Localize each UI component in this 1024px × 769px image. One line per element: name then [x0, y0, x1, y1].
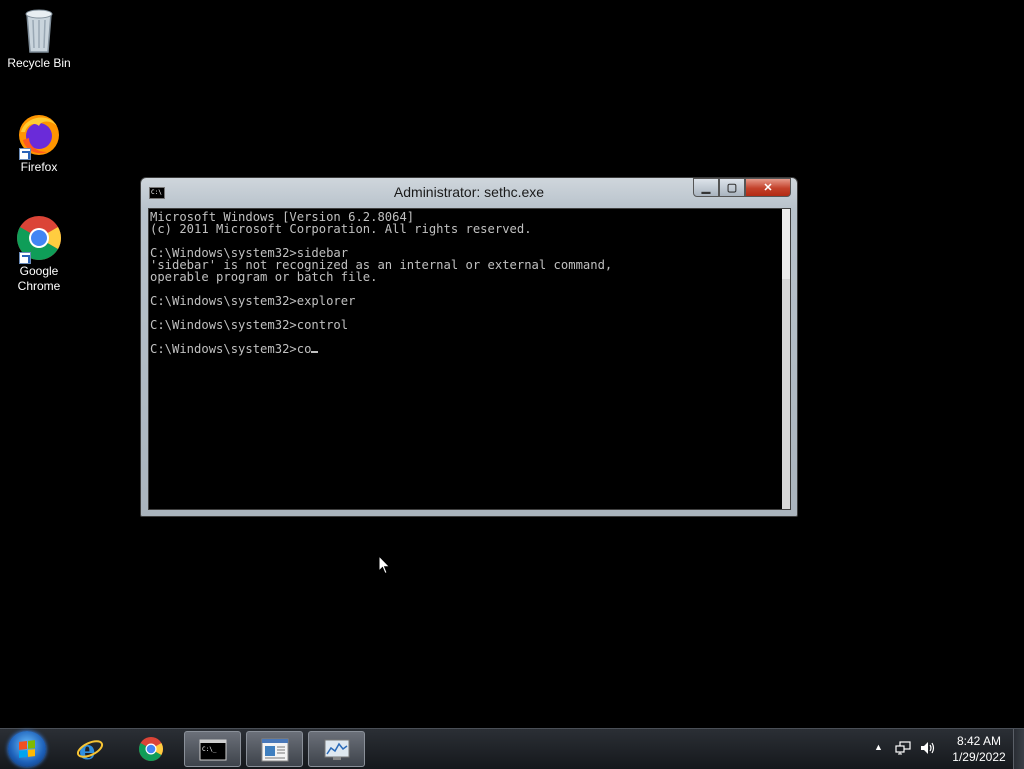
start-button[interactable]	[8, 731, 46, 767]
taskbar-button-chrome[interactable]	[123, 731, 180, 767]
scrollbar-thumb[interactable]	[782, 209, 790, 279]
firefox-label: Firefox	[20, 160, 58, 174]
minimize-icon: ▁	[701, 182, 711, 194]
console-line: (c) 2011 Microsoft Corporation. All righ…	[150, 222, 532, 236]
console-input-line[interactable]: C:\Windows\system32>co	[150, 342, 311, 356]
close-icon: ✕	[763, 182, 773, 194]
taskbar-button-internet-explorer[interactable]: e	[62, 731, 119, 767]
ie-icon: e	[76, 736, 104, 762]
chrome-icon	[15, 214, 63, 264]
close-button[interactable]: ✕	[745, 178, 791, 197]
system-tray: ▲ 8:42 AM 1/29/2022	[854, 729, 1024, 769]
clock[interactable]: 8:42 AM 1/29/2022	[946, 733, 1012, 765]
shortcut-arrow-icon	[19, 252, 31, 264]
cmd-icon: C:\_	[199, 739, 227, 761]
chrome-label: Google Chrome	[17, 264, 61, 293]
maximize-button[interactable]: ▢	[719, 178, 745, 197]
clock-time: 8:42 AM	[956, 734, 1002, 748]
chrome-icon	[138, 737, 163, 762]
console-line: C:\Windows\system32>explorer	[150, 294, 356, 308]
svg-text:e: e	[79, 736, 96, 762]
desktop-icon-recycle-bin[interactable]: Recycle Bin	[4, 6, 74, 71]
console-line: C:\Windows\system32>control	[150, 318, 349, 332]
window-icon	[261, 738, 289, 762]
taskbar-button-command-prompt[interactable]: C:\_	[184, 731, 241, 767]
network-icon[interactable]	[895, 741, 911, 755]
windows-logo-icon	[19, 740, 35, 758]
desktop-icon-firefox[interactable]: Firefox	[4, 110, 74, 175]
show-desktop-button[interactable]	[1013, 729, 1024, 769]
console-output: Microsoft Windows [Version 6.2.8064] (c)…	[149, 209, 778, 355]
firefox-icon	[15, 110, 63, 160]
text-cursor	[311, 351, 319, 353]
maximize-icon: ▢	[726, 182, 738, 194]
console-line: operable program or batch file.	[150, 270, 378, 284]
recycle-bin-label: Recycle Bin	[7, 56, 71, 70]
show-hidden-icons-icon[interactable]: ▲	[874, 742, 883, 752]
vertical-scrollbar[interactable]	[782, 209, 790, 509]
monitor-icon	[324, 739, 350, 760]
console-area[interactable]: Microsoft Windows [Version 6.2.8064] (c)…	[148, 208, 791, 510]
command-prompt-window[interactable]: C:\ Administrator: sethc.exe ▁ ▢ ✕ Micro…	[140, 177, 798, 517]
taskbar-button-performance-monitor[interactable]	[308, 731, 365, 767]
mouse-pointer-icon	[378, 554, 391, 580]
taskbar: e C:\_ ▲ 8:42 AM 1/29/2022	[0, 728, 1024, 769]
clock-date: 1/29/2022	[952, 750, 1006, 764]
volume-icon[interactable]	[920, 741, 936, 755]
shortcut-arrow-icon	[19, 148, 31, 160]
taskbar-button-window[interactable]	[246, 731, 303, 767]
recycle-bin-icon	[15, 6, 63, 54]
desktop-icon-chrome[interactable]: Google Chrome	[4, 214, 74, 294]
title-bar[interactable]: C:\ Administrator: sethc.exe ▁ ▢ ✕	[141, 178, 797, 208]
minimize-button[interactable]: ▁	[693, 178, 719, 197]
svg-text:C:\_: C:\_	[202, 746, 217, 753]
